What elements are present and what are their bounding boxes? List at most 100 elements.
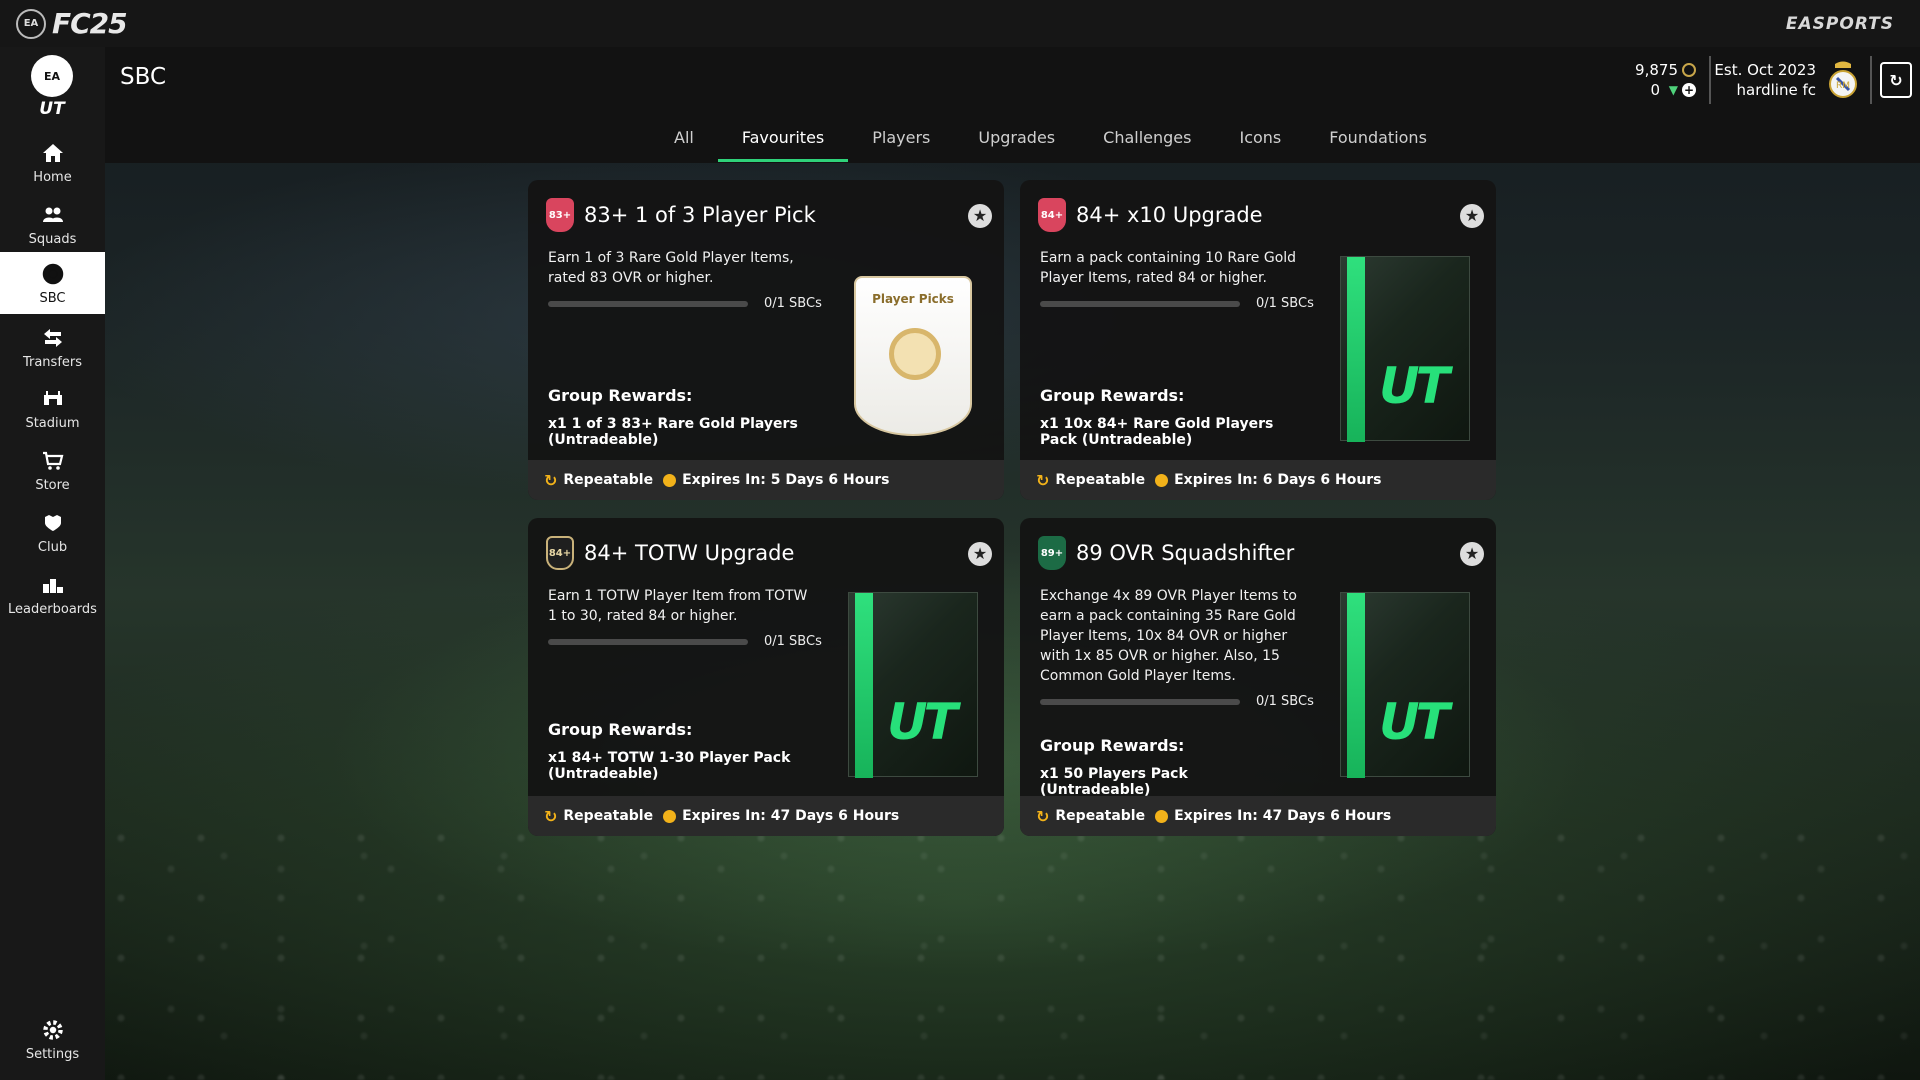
category-tabs: All Favourites Players Upgrades Challeng… xyxy=(650,118,1451,162)
sbc-card-header: 89+ 89 OVR Squadshifter xyxy=(1038,536,1294,570)
header-divider xyxy=(1709,56,1711,104)
timer-icon xyxy=(1155,809,1169,823)
ea-logo-icon: EA xyxy=(16,8,46,39)
tab-challenges[interactable]: Challenges xyxy=(1079,118,1215,162)
club-established: Est. Oct 2023 xyxy=(1714,61,1816,79)
ut-pack-logo: UT xyxy=(887,693,958,751)
tab-icons[interactable]: Icons xyxy=(1215,118,1305,162)
game-logo: EA FC25 xyxy=(16,7,128,40)
tab-favourites[interactable]: Favourites xyxy=(717,118,849,162)
sbc-card-description: Earn 1 TOTW Player Item from TOTW 1 to 3… xyxy=(548,588,808,624)
sbc-progress: 0/1 SBCs xyxy=(1040,694,1314,709)
squads-icon xyxy=(40,202,66,228)
ut-profile-icon[interactable]: ↻ xyxy=(1880,62,1912,98)
repeatable-label: Repeatable xyxy=(1055,808,1146,824)
sbc-card-header: 84+ 84+ x10 Upgrade xyxy=(1038,198,1263,232)
repeatable-label: Repeatable xyxy=(1055,472,1146,488)
progress-text: 0/1 SBCs xyxy=(1256,694,1314,709)
sbc-card-title: 84+ TOTW Upgrade xyxy=(584,541,795,565)
sidebar-item-sbc[interactable]: SBC xyxy=(0,252,105,314)
coin-icon xyxy=(1682,63,1696,77)
ut-logo[interactable]: EA UT xyxy=(30,55,74,125)
sidebar-item-store[interactable]: Store xyxy=(0,439,105,501)
sidebar-item-label: Stadium xyxy=(25,415,80,431)
progress-text: 0/1 SBCs xyxy=(764,296,822,311)
timer-icon xyxy=(663,809,677,823)
ut-pack-logo: UT xyxy=(1379,693,1450,751)
fc-points-icon: ▼ xyxy=(1668,83,1678,97)
timer-icon xyxy=(1155,473,1169,487)
rewards-text: x1 84+ TOTW 1-30 Player Pack (Untradeabl… xyxy=(548,750,791,782)
sbc-card-description: Exchange 4x 89 OVR Player Items to earn … xyxy=(1040,588,1297,684)
easports-logo: EASPORTS xyxy=(1785,13,1894,34)
gear-icon xyxy=(40,1017,66,1043)
sidebar-item-label: Settings xyxy=(25,1046,80,1062)
sidebar-item-squads[interactable]: Squads xyxy=(0,193,105,255)
favourite-star-icon[interactable]: ★ xyxy=(968,542,992,566)
sidebar-item-home[interactable]: Home xyxy=(0,131,105,193)
repeatable-label: Repeatable xyxy=(563,808,654,824)
sbc-card[interactable]: 89+ 89 OVR Squadshifter ★ Exchange 4x 89… xyxy=(1020,518,1496,836)
rewards-text: x1 50 Players Pack (Untradeable) xyxy=(1040,766,1188,798)
sidebar-item-stadium[interactable]: Stadium xyxy=(0,377,105,439)
ut-logo-text: UT xyxy=(39,99,65,119)
pack-strip xyxy=(855,593,873,778)
favourite-star-icon[interactable]: ★ xyxy=(1460,204,1484,228)
sbc-card[interactable]: 84+ 84+ TOTW Upgrade ★ Earn 1 TOTW Playe… xyxy=(528,518,1004,836)
progress-bar xyxy=(548,638,748,645)
sbc-card-description: Earn 1 of 3 Rare Gold Player Items, rate… xyxy=(548,250,794,286)
leaderboards-icon xyxy=(40,572,66,598)
repeatable-icon: ↻ xyxy=(544,806,558,826)
sidebar-item-settings[interactable]: Settings xyxy=(0,1008,105,1070)
currency-display: 9,875 0 ▼ + xyxy=(1610,60,1696,100)
player-picks-medal-icon xyxy=(889,328,941,380)
points-row: 0 ▼ + xyxy=(1610,80,1696,100)
club-icon xyxy=(40,510,66,536)
sbc-progress: 0/1 SBCs xyxy=(548,296,822,311)
sidebar-item-club[interactable]: Club xyxy=(0,501,105,563)
sidebar-item-leaderboards[interactable]: Leaderboards xyxy=(0,563,105,625)
tab-players[interactable]: Players xyxy=(848,118,954,162)
top-bar: EA FC25 EASPORTS xyxy=(0,0,1920,47)
player-picks-label: Player Picks xyxy=(872,292,954,306)
sbc-progress: 0/1 SBCs xyxy=(548,634,822,649)
pack-art: UT xyxy=(848,592,978,778)
add-points-icon[interactable]: + xyxy=(1682,83,1696,97)
sbc-icon xyxy=(40,261,66,287)
tab-upgrades[interactable]: Upgrades xyxy=(954,118,1079,162)
rewards-title: Group Rewards: xyxy=(548,386,693,405)
expires-label: Expires In: 6 Days 6 Hours xyxy=(1174,472,1382,488)
cart-icon xyxy=(40,448,66,474)
rewards-text: x1 10x 84+ Rare Gold Players Pack (Untra… xyxy=(1040,416,1274,448)
rewards-title: Group Rewards: xyxy=(1040,386,1185,405)
background-bokeh xyxy=(105,820,1920,1080)
pack-strip xyxy=(1347,593,1365,778)
svg-text:RM: RM xyxy=(1836,81,1850,91)
rewards-title: Group Rewards: xyxy=(548,720,693,739)
rating-badge-icon: 84+ xyxy=(1038,198,1066,232)
favourite-star-icon[interactable]: ★ xyxy=(1460,542,1484,566)
progress-bar xyxy=(1040,698,1240,705)
sbc-card[interactable]: 84+ 84+ x10 Upgrade ★ Earn a pack contai… xyxy=(1020,180,1496,500)
rating-badge-icon: 83+ xyxy=(546,198,574,232)
repeatable-label: Repeatable xyxy=(563,472,654,488)
sbc-card[interactable]: 83+ 83+ 1 of 3 Player Pick ★ Earn 1 of 3… xyxy=(528,180,1004,500)
sbc-card-title: 84+ x10 Upgrade xyxy=(1076,203,1263,227)
club-crest-icon: RM xyxy=(1826,60,1860,100)
sidebar-item-label: Transfers xyxy=(22,354,83,370)
sbc-card-title: 89 OVR Squadshifter xyxy=(1076,541,1295,565)
club-name: hardline fc xyxy=(1736,81,1817,99)
sbc-card-footer: ↻ Repeatable Expires In: 5 Days 6 Hours xyxy=(528,460,1004,500)
sidebar-item-transfers[interactable]: Transfers xyxy=(0,316,105,378)
ea-sports-badge-icon: EA xyxy=(31,55,73,97)
tab-foundations[interactable]: Foundations xyxy=(1305,118,1451,162)
home-icon xyxy=(40,140,66,166)
sbc-card-description: Earn a pack containing 10 Rare Gold Play… xyxy=(1040,250,1297,286)
sbc-card-header: 83+ 83+ 1 of 3 Player Pick xyxy=(546,198,816,232)
expires-label: Expires In: 5 Days 6 Hours xyxy=(682,472,890,488)
favourite-star-icon[interactable]: ★ xyxy=(968,204,992,228)
rewards-text: x1 1 of 3 83+ Rare Gold Players (Untrade… xyxy=(548,416,798,448)
tab-all[interactable]: All xyxy=(650,118,718,162)
points-value: 0 xyxy=(1650,81,1660,99)
rating-badge-icon: 89+ xyxy=(1038,536,1066,570)
